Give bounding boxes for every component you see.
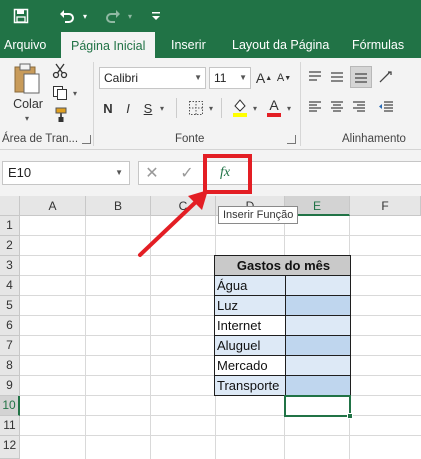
table-cell-value[interactable] bbox=[285, 276, 351, 296]
selected-cell-e10[interactable] bbox=[284, 395, 351, 417]
copy-icon[interactable] bbox=[50, 84, 70, 102]
tab-layout-da-pagina[interactable]: Layout da Página bbox=[232, 32, 329, 58]
row-header-8[interactable]: 8 bbox=[0, 356, 20, 376]
tab-formulas[interactable]: Fórmulas bbox=[352, 32, 404, 58]
row-header-11[interactable]: 11 bbox=[0, 416, 20, 436]
alignment-group-label: Alinhamento bbox=[342, 133, 406, 145]
row-header-12[interactable]: 12 bbox=[0, 436, 20, 459]
ribbon: Colar ▾ ▾ Área de Tran... Calibri ▼ 11 ▼… bbox=[0, 58, 421, 150]
gridline bbox=[85, 216, 86, 459]
table-cell-item[interactable]: Luz bbox=[214, 296, 286, 316]
gridline bbox=[20, 435, 421, 436]
tab-inserir[interactable]: Inserir bbox=[171, 32, 206, 58]
insert-function-tooltip: Inserir Função bbox=[218, 206, 299, 224]
align-right-icon[interactable] bbox=[350, 98, 368, 116]
align-left-icon[interactable] bbox=[306, 98, 324, 116]
decrease-font-icon[interactable]: A ▼ bbox=[276, 67, 292, 89]
underline-button[interactable]: S bbox=[140, 98, 156, 118]
font-launcher-icon[interactable] bbox=[287, 135, 296, 144]
row-header-6[interactable]: 6 bbox=[0, 316, 20, 336]
table-cell-value[interactable] bbox=[285, 356, 351, 376]
table-cell-value[interactable] bbox=[285, 336, 351, 356]
fill-handle[interactable] bbox=[347, 413, 353, 419]
align-bottom-icon[interactable] bbox=[350, 66, 372, 88]
format-painter-icon[interactable] bbox=[50, 106, 70, 124]
underline-dropdown-icon[interactable]: ▾ bbox=[157, 98, 167, 118]
chevron-down-icon: ▼ bbox=[194, 73, 202, 82]
orientation-icon[interactable] bbox=[376, 68, 396, 86]
ribbon-tabs: Arquivo Página Inicial Inserir Layout da… bbox=[0, 32, 421, 58]
align-middle-icon[interactable] bbox=[328, 68, 346, 86]
paste-icon[interactable] bbox=[10, 62, 44, 96]
select-all-corner[interactable] bbox=[0, 196, 20, 216]
font-name-combo[interactable]: Calibri ▼ bbox=[99, 67, 206, 89]
paste-label[interactable]: Colar bbox=[10, 96, 46, 112]
table-cell-value[interactable] bbox=[285, 316, 351, 336]
row-header-9[interactable]: 9 bbox=[0, 376, 20, 396]
table-cell-item[interactable]: Internet bbox=[214, 316, 286, 336]
row-header-10[interactable]: 10 bbox=[0, 396, 20, 416]
table-cell-item[interactable]: Transporte bbox=[214, 376, 286, 396]
table-cell-item[interactable]: Água bbox=[214, 276, 286, 296]
undo-icon[interactable] bbox=[56, 0, 78, 32]
gridline bbox=[20, 235, 421, 236]
table-cell-item[interactable]: Mercado bbox=[214, 356, 286, 376]
column-header-f[interactable]: F bbox=[350, 196, 421, 216]
customize-qat-icon[interactable] bbox=[148, 0, 164, 32]
borders-icon[interactable] bbox=[187, 98, 205, 118]
increase-font-icon[interactable]: A ▲ bbox=[256, 67, 272, 89]
row-header-4[interactable]: 4 bbox=[0, 276, 20, 296]
font-name-value: Calibri bbox=[104, 71, 139, 85]
save-icon[interactable] bbox=[8, 0, 34, 32]
tab-pagina-inicial[interactable]: Página Inicial bbox=[61, 32, 156, 58]
row-header-2[interactable]: 2 bbox=[0, 236, 20, 256]
name-box-value: E10 bbox=[8, 165, 32, 180]
font-size-value: 11 bbox=[214, 71, 227, 85]
clipboard-launcher-icon[interactable] bbox=[82, 135, 91, 144]
font-size-combo[interactable]: 11 ▼ bbox=[209, 67, 251, 89]
paste-dropdown-icon[interactable]: ▾ bbox=[20, 113, 34, 123]
column-header-a[interactable]: A bbox=[20, 196, 86, 216]
arrow-annotation bbox=[138, 190, 208, 257]
redo-dropdown-icon: ▾ bbox=[127, 11, 132, 21]
row-header-3[interactable]: 3 bbox=[0, 256, 20, 276]
gridline bbox=[20, 415, 421, 416]
font-color-dropdown-icon[interactable]: ▾ bbox=[284, 98, 294, 118]
clipboard-group-label: Área de Tran... bbox=[2, 133, 79, 145]
chevron-down-icon: ▼ bbox=[115, 168, 123, 177]
svg-text:A: A bbox=[269, 97, 279, 113]
font-color-icon[interactable]: A bbox=[264, 96, 284, 118]
quick-access-toolbar: ▾ ▾ bbox=[0, 0, 421, 32]
bold-button[interactable]: N bbox=[100, 98, 116, 118]
chevron-down-icon: ▼ bbox=[239, 73, 247, 82]
group-separator bbox=[93, 62, 94, 146]
decrease-indent-icon[interactable] bbox=[376, 98, 396, 116]
name-box[interactable]: E10 ▼ bbox=[2, 161, 130, 185]
fill-color-icon[interactable] bbox=[230, 96, 250, 118]
group-separator bbox=[300, 62, 301, 146]
divider bbox=[221, 98, 222, 118]
italic-button[interactable]: I bbox=[120, 98, 136, 118]
row-header-1[interactable]: 1 bbox=[0, 216, 20, 236]
table-cell-item[interactable]: Aluguel bbox=[214, 336, 286, 356]
row-header-7[interactable]: 7 bbox=[0, 336, 20, 356]
table-header-cell[interactable]: Gastos do mês bbox=[214, 255, 351, 276]
table-cell-value[interactable] bbox=[285, 296, 351, 316]
copy-dropdown-icon[interactable]: ▾ bbox=[70, 86, 80, 100]
redo-icon bbox=[102, 0, 124, 32]
divider bbox=[176, 98, 177, 118]
tab-arquivo[interactable]: Arquivo bbox=[4, 32, 46, 58]
table-cell-value[interactable] bbox=[285, 376, 351, 396]
align-top-icon[interactable] bbox=[306, 68, 324, 86]
font-group-label: Fonte bbox=[175, 133, 205, 145]
row-header-5[interactable]: 5 bbox=[0, 296, 20, 316]
align-center-icon[interactable] bbox=[328, 98, 346, 116]
cut-icon[interactable] bbox=[50, 62, 70, 80]
undo-dropdown-icon[interactable]: ▾ bbox=[79, 0, 91, 32]
borders-dropdown-icon[interactable]: ▾ bbox=[206, 98, 216, 118]
fill-color-dropdown-icon[interactable]: ▾ bbox=[250, 98, 260, 118]
